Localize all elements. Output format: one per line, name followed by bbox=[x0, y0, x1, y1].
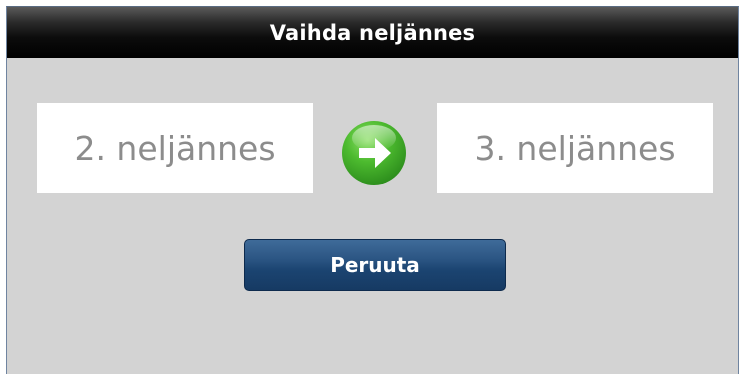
target-quarter-label: 3. neljännes bbox=[474, 128, 676, 168]
arrow-right-icon bbox=[342, 121, 406, 185]
current-quarter-box: 2. neljännes bbox=[37, 103, 313, 193]
cancel-button-label: Peruuta bbox=[330, 253, 420, 277]
change-quarter-dialog: Vaihda neljännes 2. neljännes 3. neljänn… bbox=[6, 6, 739, 374]
dialog-title: Vaihda neljännes bbox=[269, 20, 476, 45]
target-quarter-box: 3. neljännes bbox=[437, 103, 713, 193]
dialog-titlebar: Vaihda neljännes bbox=[7, 7, 738, 58]
current-quarter-label: 2. neljännes bbox=[74, 128, 276, 168]
cancel-button[interactable]: Peruuta bbox=[244, 239, 506, 291]
